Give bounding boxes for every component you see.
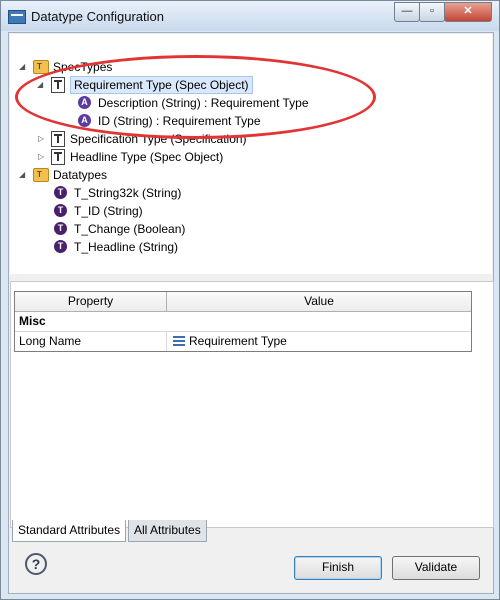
tree-label: SpecTypes: [53, 60, 113, 74]
list-icon: [173, 336, 185, 346]
table-row[interactable]: Long Name Requirement Type: [15, 332, 471, 351]
tree-node-specification-type[interactable]: ▷ Specification Type (Specification): [34, 130, 334, 148]
datatype-icon: T: [54, 186, 67, 199]
finish-button[interactable]: Finish: [294, 556, 382, 580]
tree-label: Headline Type (Spec Object): [70, 150, 224, 164]
tree-node-datatype[interactable]: T T_Change (Boolean): [34, 220, 334, 238]
app-icon: [8, 10, 26, 24]
validate-button[interactable]: Validate: [392, 556, 480, 580]
spec-object-type-icon: [51, 131, 65, 147]
title-bar[interactable]: Datatype Configuration — ▫ ✕: [1, 1, 499, 31]
attribute-icon: A: [78, 96, 91, 109]
tree-node-attribute[interactable]: A ID (String) : Requirement Type: [70, 112, 370, 130]
tree-node-attribute[interactable]: A Description (String) : Requirement Typ…: [70, 94, 370, 112]
column-header-property[interactable]: Property: [15, 292, 167, 311]
dialog-content: ◢ T SpecTypes ◢ Requirement Type (Spec O…: [8, 32, 494, 594]
help-icon[interactable]: ?: [25, 553, 47, 575]
spec-object-type-icon: [51, 77, 65, 93]
tree-node-datatypes[interactable]: ◢ T Datatypes: [10, 166, 490, 184]
tree-label: Specification Type (Specification): [70, 132, 247, 146]
property-value[interactable]: Requirement Type: [189, 332, 287, 351]
expanded-twisty-icon[interactable]: ◢: [37, 81, 45, 89]
dialog-window: Datatype Configuration — ▫ ✕ ◢ T SpecTyp…: [0, 0, 500, 600]
attribute-icon: A: [78, 114, 91, 127]
datatype-icon: T: [54, 240, 67, 253]
tree-node-spectypes[interactable]: ◢ T SpecTypes: [10, 58, 490, 76]
tree-node-datatype[interactable]: T T_String32k (String): [34, 184, 334, 202]
tree-label: Description (String) : Requirement Type: [98, 96, 309, 110]
tree-label: T_String32k (String): [74, 186, 182, 200]
spectypes-folder-icon: T: [33, 60, 49, 74]
type-tree[interactable]: ◢ T SpecTypes ◢ Requirement Type (Spec O…: [10, 34, 492, 275]
properties-pane: Property Value Misc Long Name Requiremen…: [10, 281, 494, 528]
pane-splitter[interactable]: [10, 274, 492, 279]
column-divider: [166, 332, 167, 351]
close-button[interactable]: ✕: [444, 2, 492, 22]
spec-object-type-icon: [51, 149, 65, 165]
window-title: Datatype Configuration: [31, 9, 164, 24]
tree-label: T_Change (Boolean): [74, 222, 186, 236]
datatypes-folder-icon: T: [33, 168, 49, 182]
tree-node-datatype[interactable]: T T_ID (String): [34, 202, 334, 220]
table-header: Property Value: [15, 292, 471, 312]
tree-node-headline-type[interactable]: ▷ Headline Type (Spec Object): [34, 148, 334, 166]
tree-label: T_Headline (String): [74, 240, 179, 254]
button-bar: ? Finish Validate: [9, 543, 493, 593]
tree-label: Requirement Type (Spec Object): [70, 76, 253, 94]
datatype-icon: T: [54, 222, 67, 235]
collapsed-twisty-icon[interactable]: ▷: [38, 135, 46, 143]
tree-node-requirement-type[interactable]: ◢ Requirement Type (Spec Object): [34, 76, 264, 94]
attribute-tabs: Standard Attributes All Attributes: [10, 520, 492, 542]
maximize-button[interactable]: ▫: [419, 2, 445, 22]
collapsed-twisty-icon[interactable]: ▷: [38, 153, 46, 161]
expanded-twisty-icon[interactable]: ◢: [19, 63, 27, 71]
property-name: Long Name: [19, 334, 82, 348]
tree-label: Datatypes: [53, 168, 108, 182]
property-category: Misc: [15, 312, 471, 332]
tab-standard-attributes[interactable]: Standard Attributes: [12, 520, 127, 542]
column-header-value[interactable]: Value: [167, 292, 471, 311]
datatype-icon: T: [54, 204, 67, 217]
minimize-button[interactable]: —: [394, 2, 420, 22]
tree-node-datatype[interactable]: T T_Headline (String): [34, 238, 334, 256]
tree-label: ID (String) : Requirement Type: [98, 114, 261, 128]
tree-label: T_ID (String): [74, 204, 143, 218]
expanded-twisty-icon[interactable]: ◢: [19, 171, 27, 179]
properties-table: Property Value Misc Long Name Requiremen…: [14, 291, 472, 352]
tab-all-attributes[interactable]: All Attributes: [128, 520, 207, 542]
